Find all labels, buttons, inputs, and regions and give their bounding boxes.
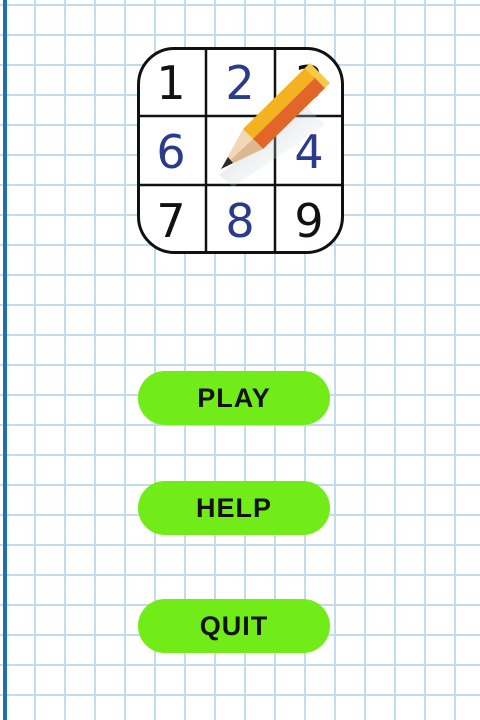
notebook-margin-line [3,0,7,720]
play-button[interactable]: PLAY [138,371,330,425]
grid-cell-1: 1 [156,56,185,110]
quit-button[interactable]: QUIT [138,599,330,653]
sudoku-grid-pencil-icon: 1 2 3 6 4 7 8 9 [137,47,344,254]
grid-cell-7: 7 [156,194,185,248]
grid-cell-2: 2 [225,56,254,110]
help-button[interactable]: HELP [138,481,330,535]
sudoku-logo: 1 2 3 6 4 7 8 9 [137,47,344,254]
grid-cell-9: 9 [294,194,323,248]
grid-cell-6: 6 [156,125,185,179]
grid-cell-8: 8 [225,194,254,248]
